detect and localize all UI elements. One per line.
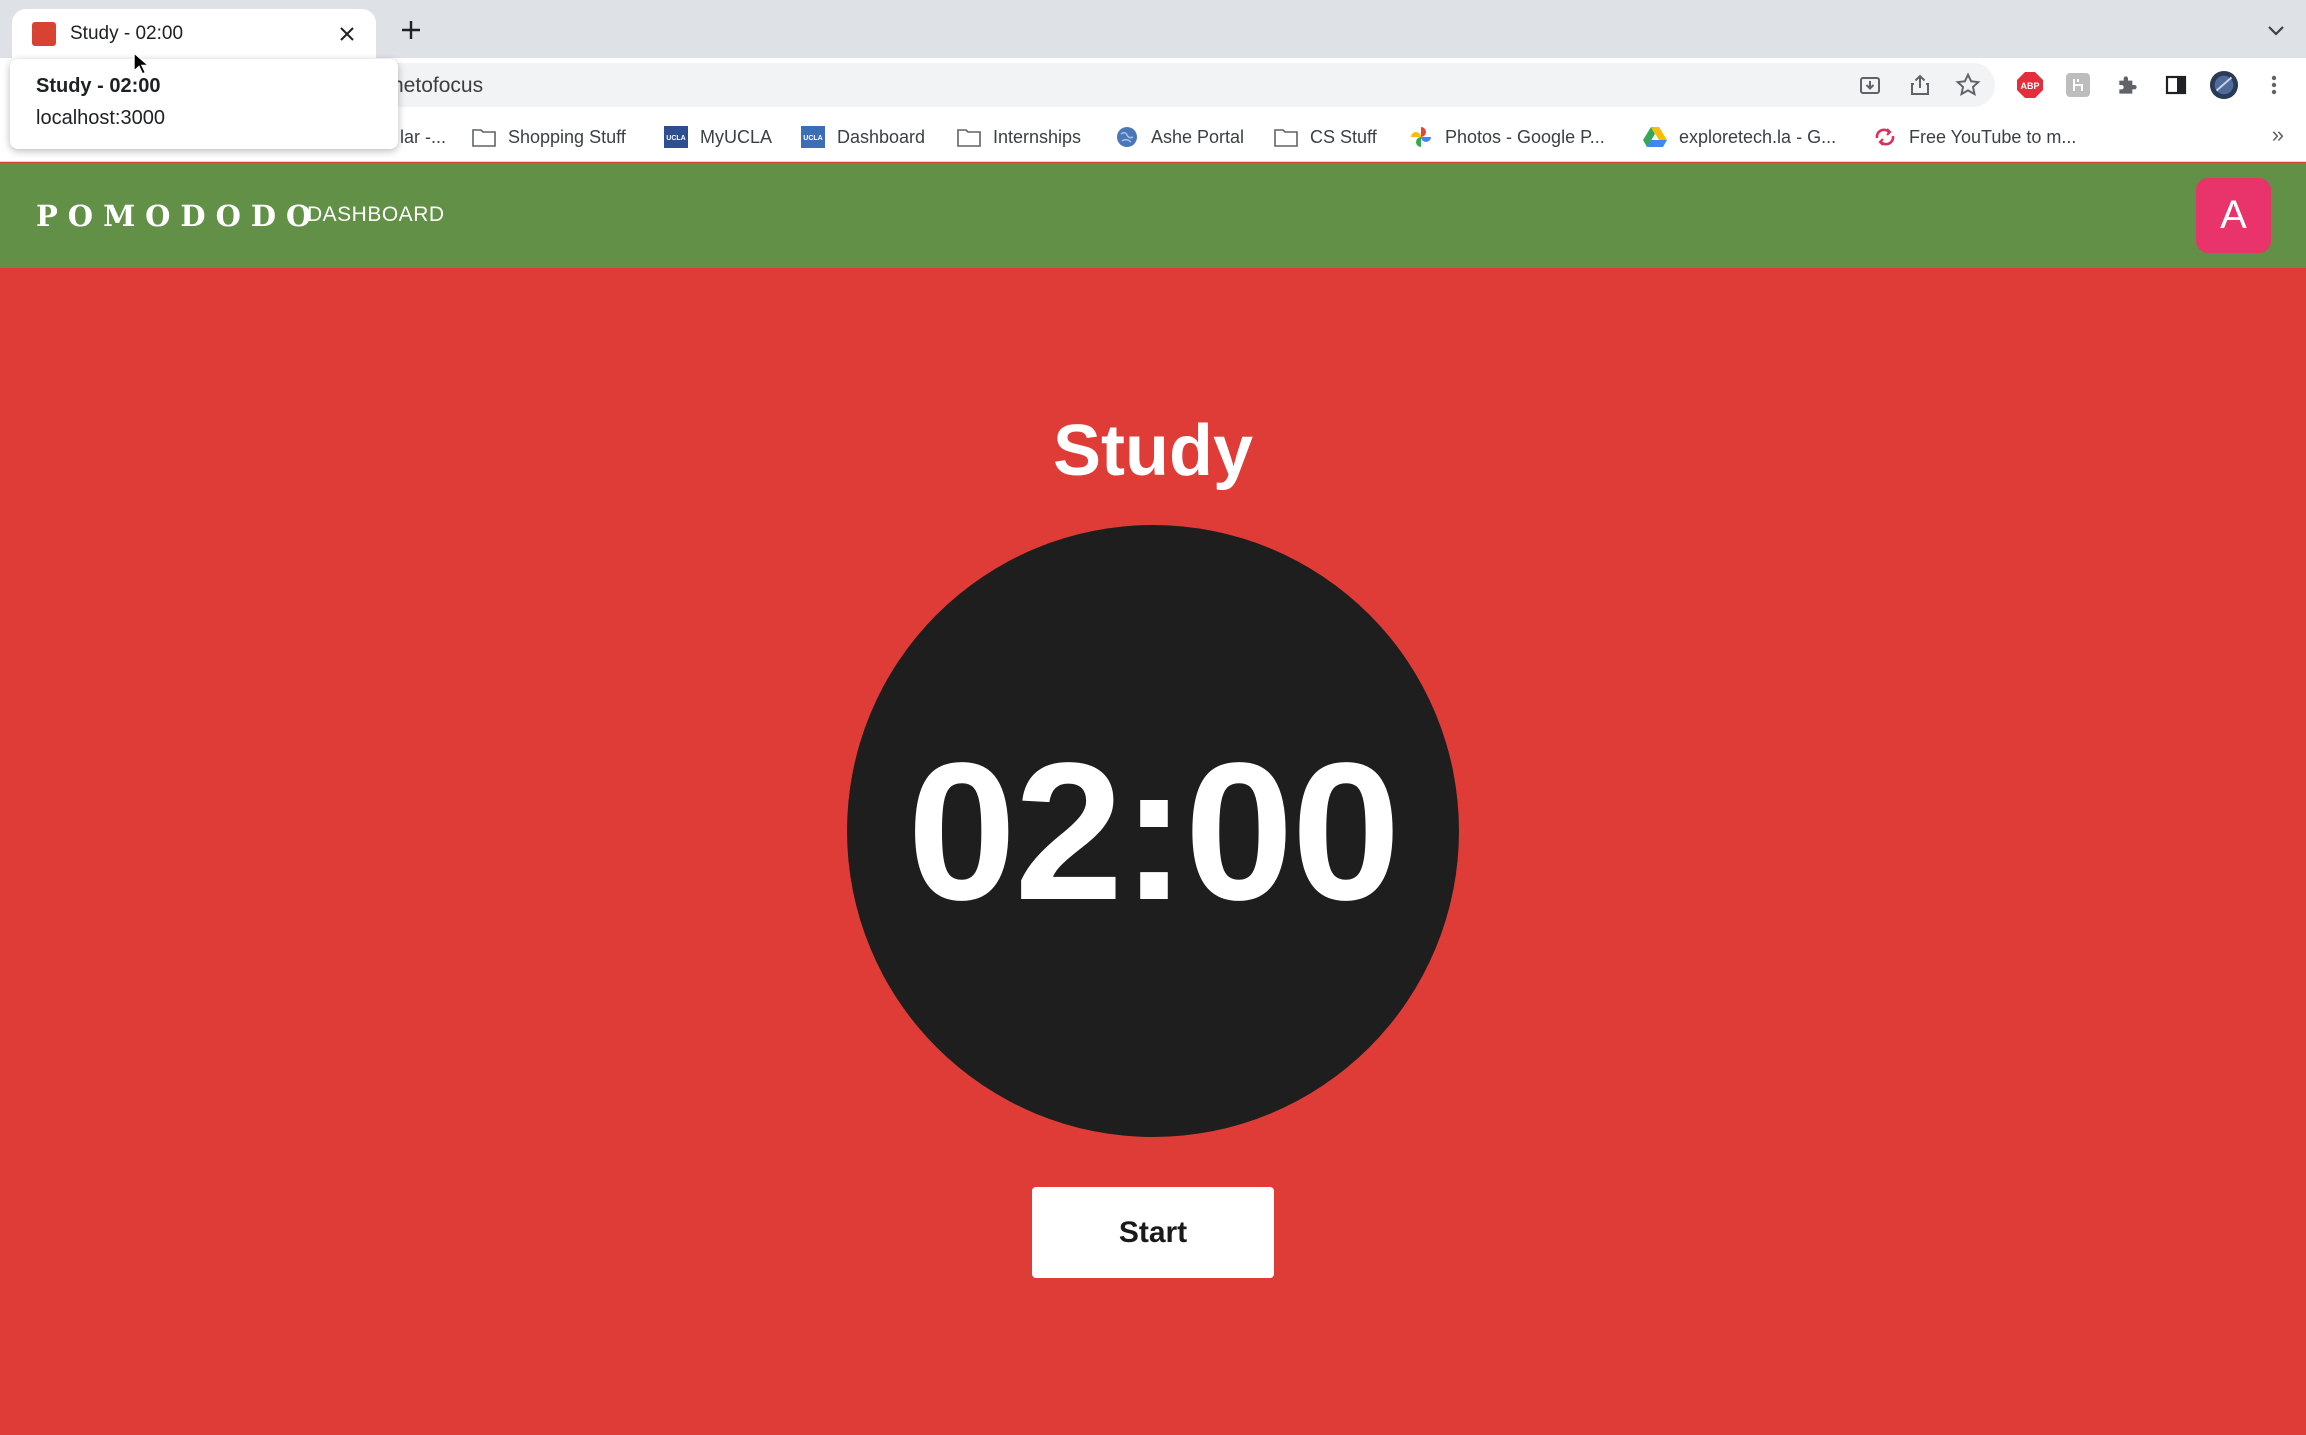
bookmark-folder[interactable]: Shopping Stuff	[472, 124, 626, 150]
more-bookmarks-chevron-icon[interactable]: »	[2272, 122, 2284, 148]
browser-tab[interactable]: Study - 02:00	[12, 9, 376, 59]
puzzle-extensions-icon[interactable]	[2113, 70, 2143, 100]
timer-display: 02:00	[907, 721, 1400, 941]
browser-menu-icon[interactable]	[2259, 70, 2289, 100]
bookmark-label: Free YouTube to m...	[1909, 126, 2077, 147]
bookmark-item[interactable]: Photos - Google P...	[1409, 124, 1605, 150]
app-logo[interactable]: POMODODO	[36, 199, 321, 233]
svg-text:UCLA: UCLA	[666, 135, 685, 142]
bookmark-item[interactable]: UCLA Dashboard	[801, 124, 925, 150]
avatar-initial: A	[2220, 193, 2247, 237]
bookmark-label: Ashe Portal	[1151, 126, 1245, 147]
timer-circle: 02:00	[847, 525, 1459, 1137]
tab-favicon-icon	[32, 22, 56, 46]
bookmark-item[interactable]: Free YouTube to m...	[1873, 124, 2076, 150]
svg-text:UCLA: UCLA	[803, 135, 822, 142]
bookmark-label: Shopping Stuff	[508, 126, 626, 147]
bookmark-item[interactable]: exploretech.la - G...	[1643, 124, 1836, 150]
bookmark-label: MyUCLA	[700, 126, 773, 147]
google-photos-icon	[1409, 126, 1433, 148]
mode-title: Study	[1052, 411, 1253, 491]
tab-hover-tooltip: Study - 02:00 localhost:3000	[10, 59, 398, 149]
ucla-icon: UCLA	[664, 126, 688, 148]
bookmark-label: Photos - Google P...	[1445, 126, 1605, 147]
tooltip-title: Study - 02:00	[36, 75, 161, 97]
close-icon[interactable]	[334, 21, 360, 47]
tooltip-url: localhost:3000	[36, 107, 165, 129]
bookmark-folder[interactable]: CS Stuff	[1274, 124, 1377, 150]
folder-icon	[957, 126, 981, 148]
bookmark-item[interactable]: Ashe Portal	[1115, 124, 1244, 150]
star-bookmark-icon[interactable]	[1953, 70, 1983, 100]
mouse-cursor-icon	[133, 52, 151, 75]
tab-search-chevron-icon[interactable]	[2264, 18, 2288, 42]
bookmark-label: Dashboard	[837, 126, 926, 147]
bookmark-item[interactable]: lar -...	[400, 124, 446, 150]
bookmark-label: Internships	[993, 126, 1082, 147]
nav-dashboard-link[interactable]: DASHBOARD	[307, 203, 445, 227]
profile-avatar-icon[interactable]	[2209, 70, 2239, 100]
bookmark-label: lar -...	[400, 126, 447, 147]
new-tab-plus-icon[interactable]	[396, 15, 426, 45]
converter-icon	[1873, 126, 1897, 148]
app-header: POMODODO DASHBOARD A	[0, 163, 2306, 268]
tab-strip: Study - 02:00	[0, 0, 2306, 59]
address-text: netofocus	[392, 74, 484, 97]
folder-icon	[472, 126, 496, 148]
tab-title: Study - 02:00	[70, 23, 184, 44]
folder-icon	[1274, 126, 1298, 148]
bookmark-label: exploretech.la - G...	[1679, 126, 1837, 147]
bookmark-folder[interactable]: Internships	[957, 124, 1081, 150]
globe-icon	[1115, 126, 1139, 148]
bookmark-label: CS Stuff	[1310, 126, 1377, 147]
grayscale-extension-icon[interactable]	[2063, 70, 2093, 100]
svg-text:ABP: ABP	[2020, 81, 2039, 91]
side-panel-icon[interactable]	[2161, 70, 2191, 100]
install-app-icon[interactable]	[1855, 70, 1885, 100]
bookmark-item[interactable]: UCLA MyUCLA	[664, 124, 772, 150]
ucla-icon: UCLA	[801, 126, 825, 148]
user-avatar[interactable]: A	[2196, 178, 2271, 253]
share-icon[interactable]	[1905, 70, 1935, 100]
google-drive-icon	[1643, 126, 1667, 148]
start-button[interactable]: Start	[1032, 1187, 1274, 1278]
adblock-extension-icon[interactable]: ABP	[2015, 70, 2045, 100]
